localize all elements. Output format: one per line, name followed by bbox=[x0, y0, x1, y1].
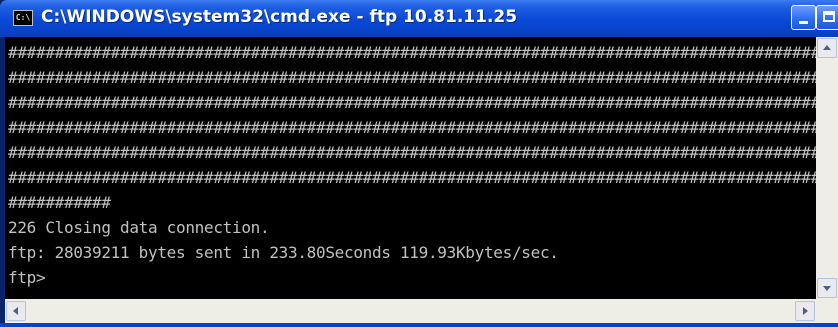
arrow-left-icon bbox=[13, 307, 18, 315]
cmd-icon[interactable]: C:\ bbox=[13, 10, 33, 26]
scroll-left-button[interactable] bbox=[6, 301, 26, 321]
minimize-button[interactable] bbox=[791, 5, 816, 30]
console-output[interactable]: ########################################… bbox=[5, 37, 816, 299]
cmd-window: C:\ C:\WINDOWS\system32\cmd.exe - ftp 10… bbox=[0, 0, 838, 327]
arrow-right-icon bbox=[803, 307, 808, 315]
console-line: ########################################… bbox=[8, 43, 816, 62]
console-line: ########################################… bbox=[8, 118, 816, 137]
console-line: ########################################… bbox=[8, 93, 816, 112]
console-line: ########################################… bbox=[8, 68, 816, 87]
size-grip[interactable] bbox=[816, 299, 838, 323]
scroll-down-button[interactable] bbox=[817, 278, 837, 298]
minimize-icon bbox=[799, 21, 808, 24]
vertical-scrollbar[interactable] bbox=[816, 37, 838, 299]
maximize-icon bbox=[823, 11, 835, 22]
scroll-up-button[interactable] bbox=[817, 38, 837, 58]
console-line: ########### bbox=[8, 193, 111, 212]
arrow-up-icon bbox=[823, 45, 831, 50]
window-frame-bottom bbox=[0, 323, 838, 327]
console-line: 226 Closing data connection. bbox=[8, 218, 270, 237]
maximize-button[interactable] bbox=[816, 5, 838, 30]
console-line: ########################################… bbox=[8, 143, 816, 162]
arrow-down-icon bbox=[823, 286, 831, 291]
console-line: ftp: 28039211 bytes sent in 233.80Second… bbox=[8, 243, 559, 262]
console-line: ########################################… bbox=[8, 168, 816, 187]
window-title: C:\WINDOWS\system32\cmd.exe - ftp 10.81.… bbox=[41, 7, 518, 27]
scroll-right-button[interactable] bbox=[795, 301, 815, 321]
horizontal-scrollbar[interactable] bbox=[5, 299, 838, 323]
title-bar[interactable]: C:\ C:\WINDOWS\system32\cmd.exe - ftp 10… bbox=[0, 0, 838, 37]
command-prompt[interactable]: ftp> bbox=[8, 265, 46, 291]
